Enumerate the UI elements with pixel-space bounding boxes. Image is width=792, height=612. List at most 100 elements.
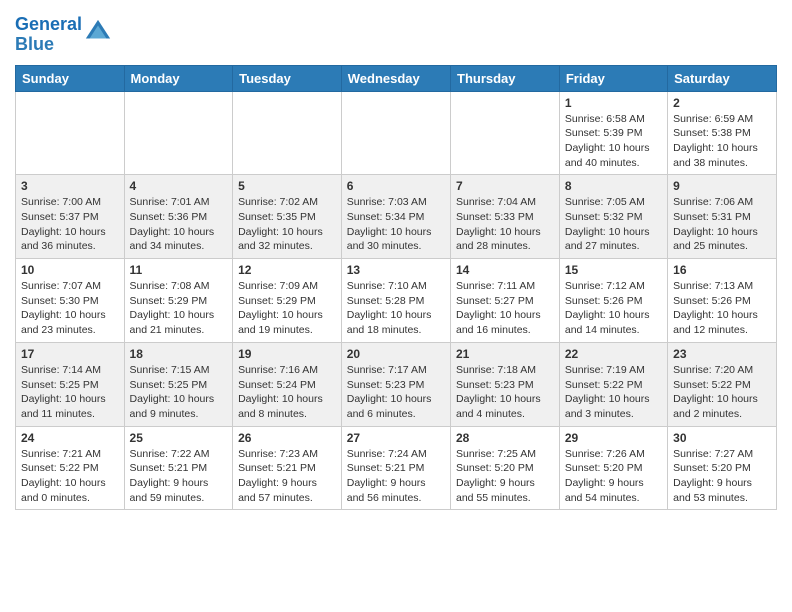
weekday-header: Thursday [451, 65, 560, 91]
day-number: 6 [347, 179, 445, 193]
calendar-cell: 8Sunrise: 7:05 AMSunset: 5:32 PMDaylight… [559, 175, 667, 259]
calendar-cell: 17Sunrise: 7:14 AMSunset: 5:25 PMDayligh… [16, 342, 125, 426]
calendar-cell: 19Sunrise: 7:16 AMSunset: 5:24 PMDayligh… [233, 342, 342, 426]
day-number: 29 [565, 431, 662, 445]
day-number: 21 [456, 347, 554, 361]
cell-line: Sunset: 5:39 PM [565, 127, 643, 139]
day-number: 4 [130, 179, 228, 193]
cell-line: Daylight: 10 hours and 2 minutes. [673, 393, 758, 420]
calendar-cell: 20 Sunrise: 7:17 AMSunset: 5:23 PMDayligh… [341, 342, 450, 426]
logo-blue: Blue [15, 34, 54, 54]
cell-line: Sunrise: 7:22 AM [130, 448, 210, 460]
cell-line: Sunset: 5:22 PM [21, 462, 99, 474]
calendar-cell [451, 91, 560, 175]
day-number: 1 [565, 96, 662, 110]
calendar-cell: 22 Sunrise: 7:19 AMSunset: 5:22 PMDayligh… [559, 342, 667, 426]
cell-line: Daylight: 10 hours and 12 minutes. [673, 309, 758, 336]
cell-line: Sunset: 5:38 PM [673, 127, 751, 139]
cell-content: Sunrise: 7:12 AMSunset: 5:26 PMDaylight:… [565, 279, 662, 338]
day-number: 18 [130, 347, 228, 361]
calendar-week-row: 1 Sunrise: 6:58 AMSunset: 5:39 PMDaylight… [16, 91, 777, 175]
cell-content: Sunrise: 7:00 AMSunset: 5:37 PMDaylight:… [21, 195, 119, 254]
calendar-table: SundayMondayTuesdayWednesdayThursdayFrid… [15, 65, 777, 511]
cell-line: Sunrise: 7:14 AM [21, 364, 101, 376]
cell-content: Sunrise: 7:10 AMSunset: 5:28 PMDaylight:… [347, 279, 445, 338]
calendar-cell: 11Sunrise: 7:08 AMSunset: 5:29 PMDayligh… [124, 259, 233, 343]
day-number: 2 [673, 96, 771, 110]
cell-line: Sunrise: 7:05 AM [565, 196, 645, 208]
cell-line: Sunrise: 7:12 AM [565, 280, 645, 292]
cell-content: Sunrise: 7:07 AMSunset: 5:30 PMDaylight:… [21, 279, 119, 338]
calendar-cell: 21Sunrise: 7:18 AMSunset: 5:23 PMDayligh… [451, 342, 560, 426]
cell-line: Daylight: 10 hours and 4 minutes. [456, 393, 541, 420]
cell-line: Sunrise: 7:16 AM [238, 364, 318, 376]
cell-line: Sunrise: 7:18 AM [456, 364, 536, 376]
cell-line: Daylight: 10 hours and 11 minutes. [21, 393, 106, 420]
cell-line: Sunset: 5:22 PM [565, 379, 643, 391]
cell-content: Sunrise: 7:17 AMSunset: 5:23 PMDaylight:… [347, 363, 445, 422]
cell-line: Sunset: 5:26 PM [565, 295, 643, 307]
cell-line: Sunset: 5:24 PM [238, 379, 316, 391]
cell-content: Sunrise: 7:23 AMSunset: 5:21 PMDaylight:… [238, 447, 336, 506]
cell-line: Daylight: 10 hours and 19 minutes. [238, 309, 323, 336]
cell-line: Sunrise: 7:10 AM [347, 280, 427, 292]
cell-content: Sunrise: 7:09 AMSunset: 5:29 PMDaylight:… [238, 279, 336, 338]
day-number: 24 [21, 431, 119, 445]
cell-content: Sunrise: 7:24 AMSunset: 5:21 PMDaylight:… [347, 447, 445, 506]
cell-content: Sunrise: 7:19 AMSunset: 5:22 PMDaylight:… [565, 363, 662, 422]
cell-content: Sunrise: 7:13 AMSunset: 5:26 PMDaylight:… [673, 279, 771, 338]
day-number: 15 [565, 263, 662, 277]
cell-line: Sunrise: 7:26 AM [565, 448, 645, 460]
cell-content: Sunrise: 7:11 AMSunset: 5:27 PMDaylight:… [456, 279, 554, 338]
day-number: 22 [565, 347, 662, 361]
day-number: 19 [238, 347, 336, 361]
cell-line: Daylight: 10 hours and 38 minutes. [673, 142, 758, 169]
cell-line: Sunset: 5:21 PM [347, 462, 425, 474]
cell-content: Sunrise: 7:02 AMSunset: 5:35 PMDaylight:… [238, 195, 336, 254]
cell-content: Sunrise: 6:59 AMSunset: 5:38 PMDaylight:… [673, 112, 771, 171]
cell-line: Daylight: 10 hours and 34 minutes. [130, 226, 215, 253]
cell-line: Daylight: 9 hours and 56 minutes. [347, 477, 426, 504]
day-number: 12 [238, 263, 336, 277]
cell-line: Sunset: 5:33 PM [456, 211, 534, 223]
cell-line: Sunset: 5:36 PM [130, 211, 208, 223]
day-number: 9 [673, 179, 771, 193]
cell-line: Sunset: 5:22 PM [673, 379, 751, 391]
day-number: 3 [21, 179, 119, 193]
cell-line: Sunset: 5:21 PM [130, 462, 208, 474]
calendar-cell: 18 Sunrise: 7:15 AMSunset: 5:25 PMDayligh… [124, 342, 233, 426]
cell-line: Sunrise: 7:21 AM [21, 448, 101, 460]
day-number: 20 [347, 347, 445, 361]
calendar-cell: 7Sunrise: 7:04 AMSunset: 5:33 PMDaylight… [451, 175, 560, 259]
cell-content: Sunrise: 7:15 AMSunset: 5:25 PMDaylight:… [130, 363, 228, 422]
calendar-header-row: SundayMondayTuesdayWednesdayThursdayFrid… [16, 65, 777, 91]
cell-line: Sunset: 5:28 PM [347, 295, 425, 307]
calendar-cell: 10Sunrise: 7:07 AMSunset: 5:30 PMDayligh… [16, 259, 125, 343]
cell-line: Sunset: 5:32 PM [565, 211, 643, 223]
day-number: 14 [456, 263, 554, 277]
cell-content: Sunrise: 6:58 AMSunset: 5:39 PMDaylight:… [565, 112, 662, 171]
cell-line: Daylight: 10 hours and 3 minutes. [565, 393, 650, 420]
cell-content: Sunrise: 7:08 AMSunset: 5:29 PMDaylight:… [130, 279, 228, 338]
cell-line: Sunset: 5:35 PM [238, 211, 316, 223]
calendar-week-row: 3 Sunrise: 7:00 AMSunset: 5:37 PMDaylight… [16, 175, 777, 259]
weekday-header: Monday [124, 65, 233, 91]
cell-line: Sunset: 5:29 PM [130, 295, 208, 307]
calendar-cell: 12 Sunrise: 7:09 AMSunset: 5:29 PMDayligh… [233, 259, 342, 343]
calendar-cell: 1 Sunrise: 6:58 AMSunset: 5:39 PMDaylight… [559, 91, 667, 175]
cell-content: Sunrise: 7:14 AMSunset: 5:25 PMDaylight:… [21, 363, 119, 422]
day-number: 16 [673, 263, 771, 277]
cell-line: Sunset: 5:20 PM [673, 462, 751, 474]
day-number: 26 [238, 431, 336, 445]
cell-line: Sunset: 5:29 PM [238, 295, 316, 307]
calendar-cell: 29Sunrise: 7:26 AMSunset: 5:20 PMDayligh… [559, 426, 667, 510]
cell-line: Sunrise: 7:08 AM [130, 280, 210, 292]
cell-line: Sunrise: 7:00 AM [21, 196, 101, 208]
day-number: 11 [130, 263, 228, 277]
cell-line: Daylight: 9 hours and 53 minutes. [673, 477, 752, 504]
cell-line: Sunset: 5:34 PM [347, 211, 425, 223]
cell-line: Daylight: 10 hours and 36 minutes. [21, 226, 106, 253]
cell-line: Daylight: 9 hours and 59 minutes. [130, 477, 209, 504]
weekday-header: Saturday [668, 65, 777, 91]
cell-line: Daylight: 9 hours and 55 minutes. [456, 477, 535, 504]
